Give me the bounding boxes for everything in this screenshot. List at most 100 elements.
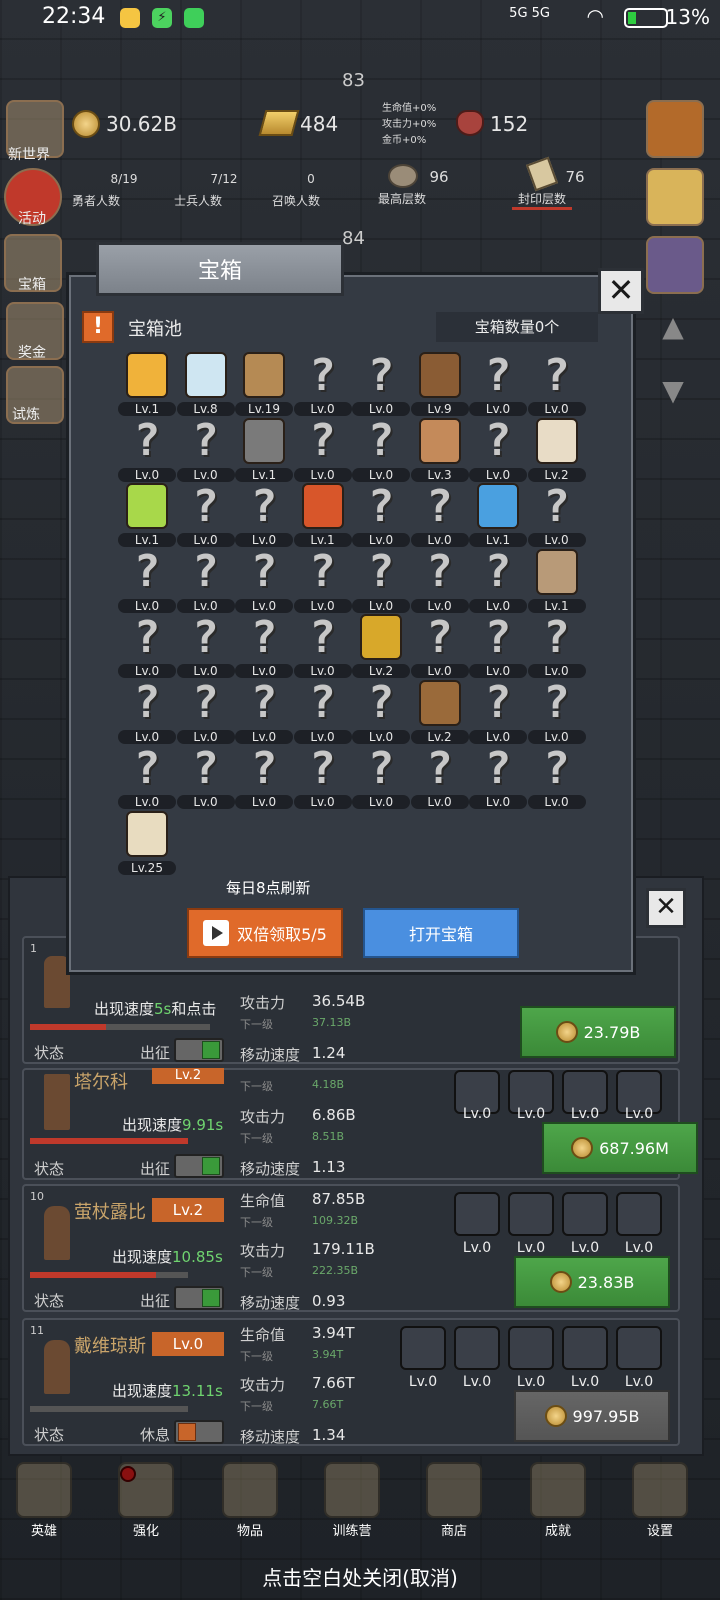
chest-item[interactable]: ? Lv.0 [176, 743, 235, 809]
chest-item[interactable]: Lv.1 [235, 417, 293, 482]
chest-item[interactable]: ? Lv.0 [235, 481, 293, 547]
nav-items[interactable]: 物品 [210, 1462, 290, 1542]
chest-item[interactable]: Lv.1 [469, 483, 527, 547]
chest-item[interactable]: ? Lv.0 [118, 546, 176, 613]
chest-item[interactable]: Lv.8 [176, 352, 235, 416]
close-hint[interactable]: 点击空白处关闭(取消) [0, 1562, 720, 1591]
chest-item[interactable]: ? Lv.0 [118, 415, 176, 482]
deploy-toggle[interactable] [174, 1038, 224, 1062]
lantern-icon [324, 1462, 380, 1518]
chest-item[interactable]: Lv.3 [410, 417, 469, 482]
skill-slot[interactable] [562, 1326, 608, 1370]
chest-item[interactable]: ? Lv.0 [293, 743, 352, 809]
chest-item[interactable]: ? Lv.0 [176, 481, 235, 547]
chest-item[interactable]: ? Lv.0 [235, 743, 293, 809]
chest-item[interactable]: Lv.25 [118, 810, 176, 875]
chest-item[interactable]: ? Lv.0 [527, 743, 586, 809]
seal-floor-label[interactable]: 封印层数 [512, 190, 572, 210]
chest-item[interactable]: ? Lv.0 [410, 612, 469, 678]
chest-item[interactable]: ? Lv.0 [118, 677, 176, 744]
chest-item[interactable]: ? Lv.0 [469, 350, 527, 416]
chest-item[interactable]: ? Lv.0 [176, 546, 235, 613]
onion-icon[interactable] [646, 100, 704, 158]
chest-item[interactable]: ? Lv.0 [176, 612, 235, 678]
upgrade-button[interactable]: 997.95B [514, 1390, 670, 1442]
skill-slot[interactable] [508, 1326, 554, 1370]
upgrade-button[interactable]: 23.79B [520, 1006, 676, 1058]
chest-item[interactable]: Lv.19 [235, 352, 293, 416]
chest-item[interactable]: ? Lv.0 [293, 677, 352, 744]
chest-item[interactable]: ? Lv.0 [235, 677, 293, 744]
deploy-toggle[interactable] [174, 1286, 224, 1310]
chest-item[interactable]: ? Lv.0 [527, 481, 586, 547]
upgrade-button[interactable]: 687.96M [542, 1122, 698, 1174]
chest-item[interactable]: ? Lv.0 [293, 546, 352, 613]
scroll-down-icon[interactable]: ▼ [648, 374, 698, 414]
double-claim-button[interactable]: 双倍领取5/5 [187, 908, 343, 958]
chest-item[interactable]: ? Lv.0 [469, 546, 527, 613]
chest-item[interactable]: Lv.2 [352, 614, 410, 678]
chest-item[interactable]: ? Lv.0 [118, 743, 176, 809]
seal-floor-value: 76 [565, 168, 585, 186]
skill-slot[interactable] [562, 1192, 608, 1236]
scroll-up-icon[interactable]: ▲ [648, 310, 698, 350]
chest-item[interactable]: ? Lv.0 [469, 415, 527, 482]
side-new-world[interactable]: 新世界 [8, 144, 50, 164]
nav-settings[interactable]: 设置 [620, 1462, 700, 1542]
nav-training[interactable]: 训练营 [312, 1462, 392, 1542]
skill-slot[interactable] [616, 1326, 662, 1370]
side-chest[interactable]: 宝箱 [18, 274, 46, 294]
chest-item[interactable]: ? Lv.0 [293, 415, 352, 482]
chest-item[interactable]: ? Lv.0 [352, 350, 410, 416]
nav-heroes[interactable]: 英雄 [4, 1462, 84, 1542]
nav-enhance[interactable]: 强化 [106, 1462, 186, 1542]
chest-item[interactable]: ? Lv.0 [527, 677, 586, 744]
chest-item[interactable]: ? Lv.0 [352, 677, 410, 744]
chest-item[interactable]: ? Lv.0 [527, 612, 586, 678]
chest-item[interactable]: ? Lv.0 [293, 612, 352, 678]
chest-item[interactable]: Lv.1 [527, 548, 586, 613]
chest-item[interactable]: ? Lv.0 [235, 612, 293, 678]
side-activity[interactable]: 活动 [18, 208, 46, 228]
chest-item[interactable]: ? Lv.0 [352, 743, 410, 809]
chest-item[interactable]: Lv.1 [118, 352, 176, 416]
deploy-toggle[interactable] [174, 1420, 224, 1444]
chest-item[interactable]: ? Lv.0 [352, 546, 410, 613]
chest-item[interactable]: ? Lv.0 [176, 415, 235, 482]
skill-slot[interactable] [454, 1326, 500, 1370]
candle-icon[interactable] [646, 168, 704, 226]
chest-item[interactable]: ? Lv.0 [293, 350, 352, 416]
chest-item[interactable]: ? Lv.0 [469, 612, 527, 678]
scroll-case-icon[interactable] [646, 236, 704, 294]
chest-item[interactable]: Lv.2 [410, 679, 469, 744]
warning-icon[interactable]: ! [82, 311, 114, 343]
chest-item[interactable]: Lv.1 [118, 483, 176, 547]
hero-panel-close-icon[interactable]: ✕ [646, 888, 686, 928]
deploy-toggle[interactable] [174, 1154, 224, 1178]
side-bonus[interactable]: 奖金 [18, 342, 46, 362]
chest-item[interactable]: ? Lv.0 [352, 481, 410, 547]
chest-item[interactable]: ? Lv.0 [118, 612, 176, 678]
close-icon[interactable]: ✕ [598, 268, 644, 314]
chest-item[interactable]: Lv.1 [293, 483, 352, 547]
nav-achievements[interactable]: 成就 [518, 1462, 598, 1542]
skill-slot[interactable] [616, 1192, 662, 1236]
side-trial[interactable]: 试炼 [12, 404, 40, 424]
chest-item[interactable]: ? Lv.0 [235, 546, 293, 613]
chest-item[interactable]: ? Lv.0 [410, 743, 469, 809]
skill-slot[interactable] [400, 1326, 446, 1370]
chest-item[interactable]: ? Lv.0 [410, 546, 469, 613]
open-chest-button[interactable]: 打开宝箱 [363, 908, 519, 958]
nav-shop[interactable]: 商店 [414, 1462, 494, 1542]
chest-item[interactable]: ? Lv.0 [176, 677, 235, 744]
chest-item[interactable]: ? Lv.0 [352, 415, 410, 482]
chest-item[interactable]: ? Lv.0 [527, 350, 586, 416]
skill-slot[interactable] [508, 1192, 554, 1236]
chest-item[interactable]: Lv.2 [527, 417, 586, 482]
chest-item[interactable]: Lv.9 [410, 352, 469, 416]
chest-item[interactable]: ? Lv.0 [410, 481, 469, 547]
chest-item[interactable]: ? Lv.0 [469, 743, 527, 809]
upgrade-button[interactable]: 23.83B [514, 1256, 670, 1308]
chest-item[interactable]: ? Lv.0 [469, 677, 527, 744]
skill-slot[interactable] [454, 1192, 500, 1236]
